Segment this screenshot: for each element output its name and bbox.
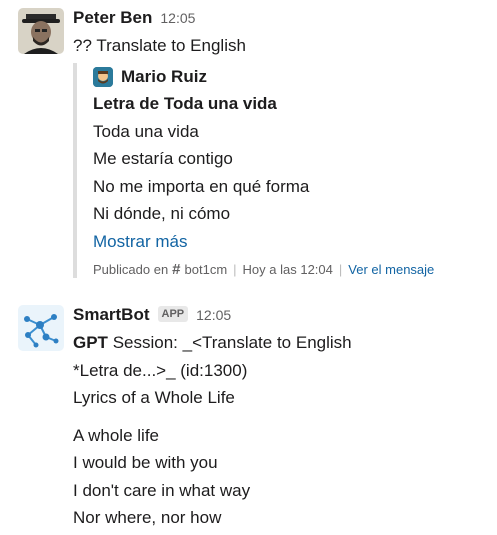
message-line: I don't care in what way [73, 480, 251, 500]
message-line: *Letra de...>_ (id:1300) [73, 360, 248, 380]
quote-header: Mario Ruiz [93, 63, 473, 90]
message-line: I would be with you [73, 453, 218, 472]
show-more-link[interactable]: Mostrar más [93, 228, 473, 256]
message-body: Peter Ben 12:05 ?? Translate to English … [73, 8, 487, 278]
channel-link[interactable]: bot1cm [185, 262, 228, 277]
quote-line: Me estaría contigo [93, 149, 233, 168]
smartbot-avatar[interactable] [18, 305, 64, 351]
author-name[interactable]: SmartBot [73, 305, 150, 325]
message-header: Peter Ben 12:05 [73, 8, 487, 30]
view-message-link[interactable]: Ver el mensaje [348, 262, 434, 277]
app-badge: APP [157, 306, 189, 322]
message-body: SmartBot APP 12:05 GPT Session: _<Transl… [73, 305, 487, 532]
quote-footer: Publicado en # bot1cm | Hoy a las 12:04 … [93, 261, 473, 278]
quote-author-name[interactable]: Mario Ruiz [121, 67, 207, 87]
channel-hash-icon: # [172, 261, 181, 278]
message-peter-ben: Peter Ben 12:05 ?? Translate to English … [18, 8, 497, 288]
timestamp[interactable]: 12:05 [160, 10, 195, 26]
author-name[interactable]: Peter Ben [73, 8, 152, 28]
quote-line: Ni dónde, ni cómo [93, 204, 231, 223]
message-line: Lyrics of a Whole Life [73, 388, 235, 407]
message-header: SmartBot APP 12:05 [73, 305, 487, 327]
posted-in-label: Publicado en [93, 262, 169, 277]
quote-line: Toda una vida [93, 121, 199, 141]
divider: | [338, 262, 343, 277]
message-smartbot: SmartBot APP 12:05 GPT Session: _<Transl… [18, 305, 497, 535]
message-line: A whole life [73, 425, 159, 445]
message-line: GPT Session: _<Translate to English [73, 333, 352, 352]
message-line-text: Session: _<Translate to English [112, 333, 352, 352]
posted-time[interactable]: Hoy a las 12:04 [243, 262, 333, 277]
timestamp[interactable]: 12:05 [196, 307, 231, 323]
avatar[interactable] [18, 8, 64, 54]
mario-avatar-icon [93, 66, 113, 87]
divider: | [233, 262, 237, 277]
message-text: ?? Translate to English [73, 36, 246, 55]
shared-message-quote: Mario Ruiz Letra de Toda una vida Toda u… [73, 63, 473, 278]
quote-title: Letra de Toda una vida [93, 94, 277, 113]
quote-line: No me importa en qué forma [93, 176, 310, 196]
message-content: GPT Session: _<Translate to English *Let… [73, 329, 487, 532]
message-line: Nor where, nor how [73, 508, 222, 527]
